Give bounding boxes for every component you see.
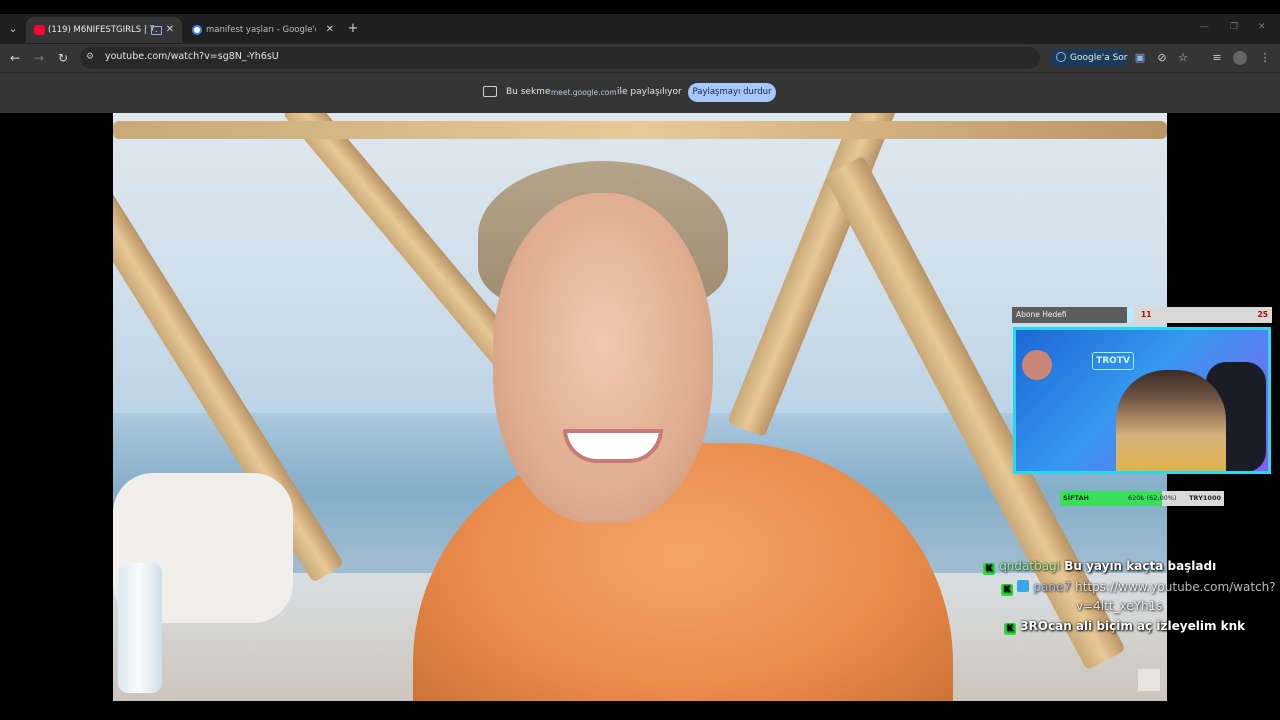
- forward-icon[interactable]: →: [31, 50, 47, 66]
- share-host: meet.google.com: [551, 88, 617, 97]
- back-icon[interactable]: ←: [7, 50, 23, 66]
- chat-username: 3ROcan: [1020, 619, 1072, 633]
- share-text-before: Bu sekme: [506, 87, 551, 97]
- face: [493, 193, 713, 523]
- chat-text: ali biçim aç izleyelim knk: [1075, 619, 1246, 633]
- chat-text: https://www.youtube.com/watch?: [1075, 580, 1276, 594]
- youtube-icon: [34, 25, 45, 35]
- kick-icon: K: [1001, 584, 1013, 596]
- profile-avatar[interactable]: [1233, 51, 1247, 65]
- reload-icon[interactable]: ↻: [55, 50, 71, 66]
- sub-goal-fill: [1127, 307, 1133, 323]
- close-tab-icon[interactable]: ✕: [326, 17, 334, 43]
- lamp: [1022, 350, 1052, 380]
- screen-share-icon: [483, 86, 497, 97]
- site-settings-icon[interactable]: ⚙: [86, 51, 98, 63]
- close-window-icon[interactable]: ✕: [1258, 22, 1266, 32]
- chat-username: qndatbagi: [999, 559, 1061, 573]
- url-text[interactable]: youtube.com/watch?v=sg8N_-Yh6sU: [105, 51, 279, 62]
- frame-beam: [727, 113, 899, 438]
- subscriber-goal: Abone Hedefi 11 25: [1012, 307, 1272, 323]
- menu-icon[interactable]: ⋮: [1258, 51, 1272, 65]
- kick-icon: K: [1004, 623, 1016, 635]
- chat-message: K 3ROcan ali biçim aç izleyelim knk: [1004, 619, 1245, 635]
- streamer: [1116, 370, 1226, 471]
- ask-google-button[interactable]: Google'a Sor: [1050, 49, 1128, 67]
- water-bottle: [118, 563, 162, 693]
- tab-search-icon[interactable]: ⌄: [4, 20, 22, 38]
- ask-google-label: Google'a Sor: [1070, 53, 1128, 63]
- channel-watermark-logo: [1138, 669, 1160, 691]
- cast-icon[interactable]: ▣: [1133, 51, 1147, 65]
- maximize-icon[interactable]: ❐: [1230, 22, 1238, 32]
- new-tab-button[interactable]: +: [346, 21, 360, 37]
- sub-goal-target: 25: [1257, 310, 1268, 319]
- close-tab-icon[interactable]: ✕: [166, 17, 174, 43]
- frame-beam: [113, 121, 1167, 139]
- eye-off-icon[interactable]: ⊘: [1155, 51, 1169, 65]
- donation-goal: SİFTAH 620₺ (62.00%) TRY1000: [1060, 491, 1224, 506]
- lens-icon: [1056, 52, 1066, 62]
- chat-text-continued: v=4ltt_xeYh1s: [1076, 599, 1163, 613]
- kick-icon: K: [983, 563, 995, 575]
- video-frame[interactable]: [113, 113, 1167, 701]
- stop-sharing-button[interactable]: Paylaşmayı durdur: [688, 83, 776, 102]
- chat-text: Bu yayın kaçta başladı: [1064, 559, 1217, 573]
- bookmark-star-icon[interactable]: ☆: [1176, 51, 1190, 65]
- donation-progress-text: 620₺ (62.00%): [1128, 494, 1177, 502]
- donation-target: TRY1000: [1189, 494, 1221, 502]
- neon-sign: TROTV: [1092, 352, 1134, 370]
- tab-title: (119) M6NIFESTGIRLS | 7. B: [48, 25, 158, 35]
- media-controls-icon[interactable]: ≡: [1210, 51, 1224, 65]
- tab-google[interactable]: manifest yaşları - Google'da Ar ✕: [184, 17, 342, 43]
- streamer-webcam: TROTV: [1013, 327, 1271, 474]
- chat-message: K qndatbagi Bu yayın kaçta başladı: [983, 559, 1216, 575]
- tab-title: manifest yaşları - Google'da Ar: [206, 25, 316, 35]
- tab-youtube[interactable]: (119) M6NIFESTGIRLS | 7. B ✕: [26, 17, 182, 43]
- share-text-after: ile paylaşılıyor: [617, 87, 682, 97]
- sub-goal-label: Abone Hedefi: [1012, 307, 1127, 323]
- minimize-icon[interactable]: —: [1200, 22, 1209, 32]
- sharing-indicator-icon: [151, 26, 162, 35]
- sub-goal-current: 11: [1141, 310, 1152, 319]
- google-icon: [192, 25, 202, 35]
- chat-message: K pane7 https://www.youtube.com/watch?: [1001, 580, 1276, 596]
- subscriber-badge-icon: [1017, 580, 1030, 592]
- chat-username: pane7: [1033, 580, 1071, 594]
- donation-label: SİFTAH: [1063, 494, 1089, 502]
